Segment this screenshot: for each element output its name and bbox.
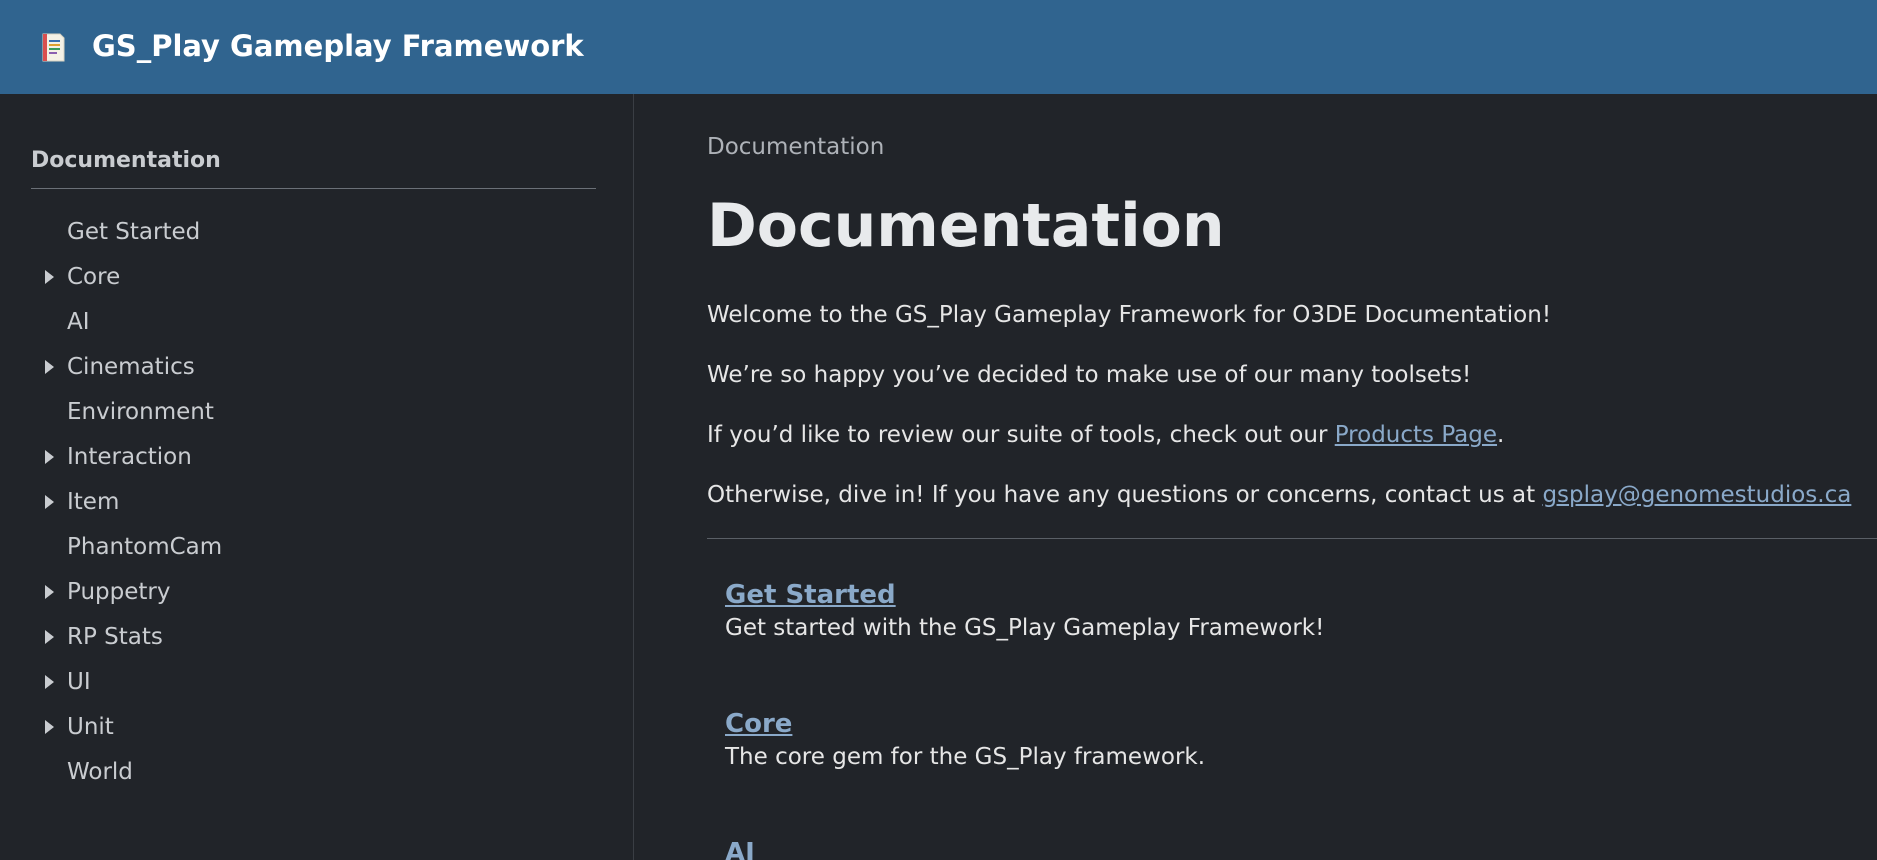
products-page-link[interactable]: Products Page	[1335, 422, 1497, 448]
sidebar-item-phantomcam[interactable]: PhantomCam	[0, 524, 600, 569]
products-suffix: .	[1497, 422, 1505, 448]
section-title-link[interactable]: Core	[725, 707, 1205, 741]
sidebar-heading[interactable]: Documentation	[31, 146, 596, 189]
section-get-started: Get Started Get started with the GS_Play…	[725, 578, 1324, 644]
sidebar-item-label: Environment	[67, 398, 214, 425]
main-content: Documentation Documentation Welcome to t…	[635, 94, 1877, 860]
welcome-paragraph: Welcome to the GS_Play Gameplay Framewor…	[707, 302, 1552, 328]
products-paragraph: If you’d like to review our suite of too…	[707, 422, 1504, 448]
sidebar-item-interaction[interactable]: Interaction	[0, 434, 600, 479]
sidebar-item-label: Unit	[67, 713, 114, 740]
sidebar: Documentation Get Started Core AI Cinematic…	[0, 94, 634, 860]
caret-right-icon[interactable]	[45, 359, 54, 374]
sidebar-item-label: AI	[67, 308, 90, 335]
sidebar-item-puppetry[interactable]: Puppetry	[0, 569, 600, 614]
sidebar-item-label: World	[67, 758, 133, 785]
section-description: Get started with the GS_Play Gameplay Fr…	[725, 615, 1325, 641]
sidebar-item-environment[interactable]: Environment	[0, 389, 600, 434]
caret-right-icon[interactable]	[45, 629, 54, 644]
contact-email-link[interactable]: gsplay@genomestudios.ca	[1542, 482, 1851, 508]
section-core: Core The core gem for the GS_Play framew…	[725, 707, 1205, 773]
sidebar-item-label: RP Stats	[67, 623, 163, 650]
section-description: The core gem for the GS_Play framework.	[725, 744, 1206, 770]
sidebar-item-item[interactable]: Item	[0, 479, 600, 524]
section-ai: AI	[725, 836, 755, 860]
breadcrumb[interactable]: Documentation	[707, 134, 884, 160]
intro-paragraph: We’re so happy you’ve decided to make us…	[707, 362, 1472, 388]
sidebar-item-label: Interaction	[67, 443, 192, 470]
site-title[interactable]: GS_Play Gameplay Framework	[92, 22, 584, 70]
sidebar-item-label: UI	[67, 668, 91, 695]
caret-right-icon[interactable]	[45, 449, 54, 464]
sidebar-item-world[interactable]: World	[0, 749, 600, 794]
sidebar-item-core[interactable]: Core	[0, 254, 600, 299]
section-title-link[interactable]: Get Started	[725, 578, 1324, 612]
caret-right-icon[interactable]	[45, 269, 54, 284]
caret-right-icon[interactable]	[45, 674, 54, 689]
caret-right-icon[interactable]	[45, 584, 54, 599]
caret-right-icon[interactable]	[45, 719, 54, 734]
sidebar-item-label: Core	[67, 263, 121, 290]
sidebar-item-label: Puppetry	[67, 578, 171, 605]
contact-paragraph: Otherwise, dive in! If you have any ques…	[707, 482, 1851, 508]
products-text: If you’d like to review our suite of too…	[707, 422, 1335, 448]
contact-text: Otherwise, dive in! If you have any ques…	[707, 482, 1543, 508]
sidebar-item-get-started[interactable]: Get Started	[0, 209, 600, 254]
section-title-link[interactable]: AI	[725, 836, 755, 860]
sidebar-item-label: PhantomCam	[67, 533, 223, 560]
sidebar-item-label: Get Started	[67, 218, 201, 245]
sidebar-item-unit[interactable]: Unit	[0, 704, 600, 749]
sidebar-item-label: Item	[67, 488, 120, 515]
site-header: GS_Play Gameplay Framework	[0, 0, 1877, 94]
content-divider	[707, 538, 1877, 539]
sidebar-item-cinematics[interactable]: Cinematics	[0, 344, 600, 389]
sidebar-item-label: Cinematics	[67, 353, 195, 380]
sidebar-item-ai[interactable]: AI	[0, 299, 600, 344]
caret-right-icon[interactable]	[45, 494, 54, 509]
page-title: Documentation	[707, 191, 1225, 261]
sidebar-nav: Get Started Core AI Cinematics Environment In…	[0, 209, 600, 794]
sidebar-item-rp-stats[interactable]: RP Stats	[0, 614, 600, 659]
sidebar-item-ui[interactable]: UI	[0, 659, 600, 704]
notebook-icon[interactable]	[40, 32, 66, 63]
